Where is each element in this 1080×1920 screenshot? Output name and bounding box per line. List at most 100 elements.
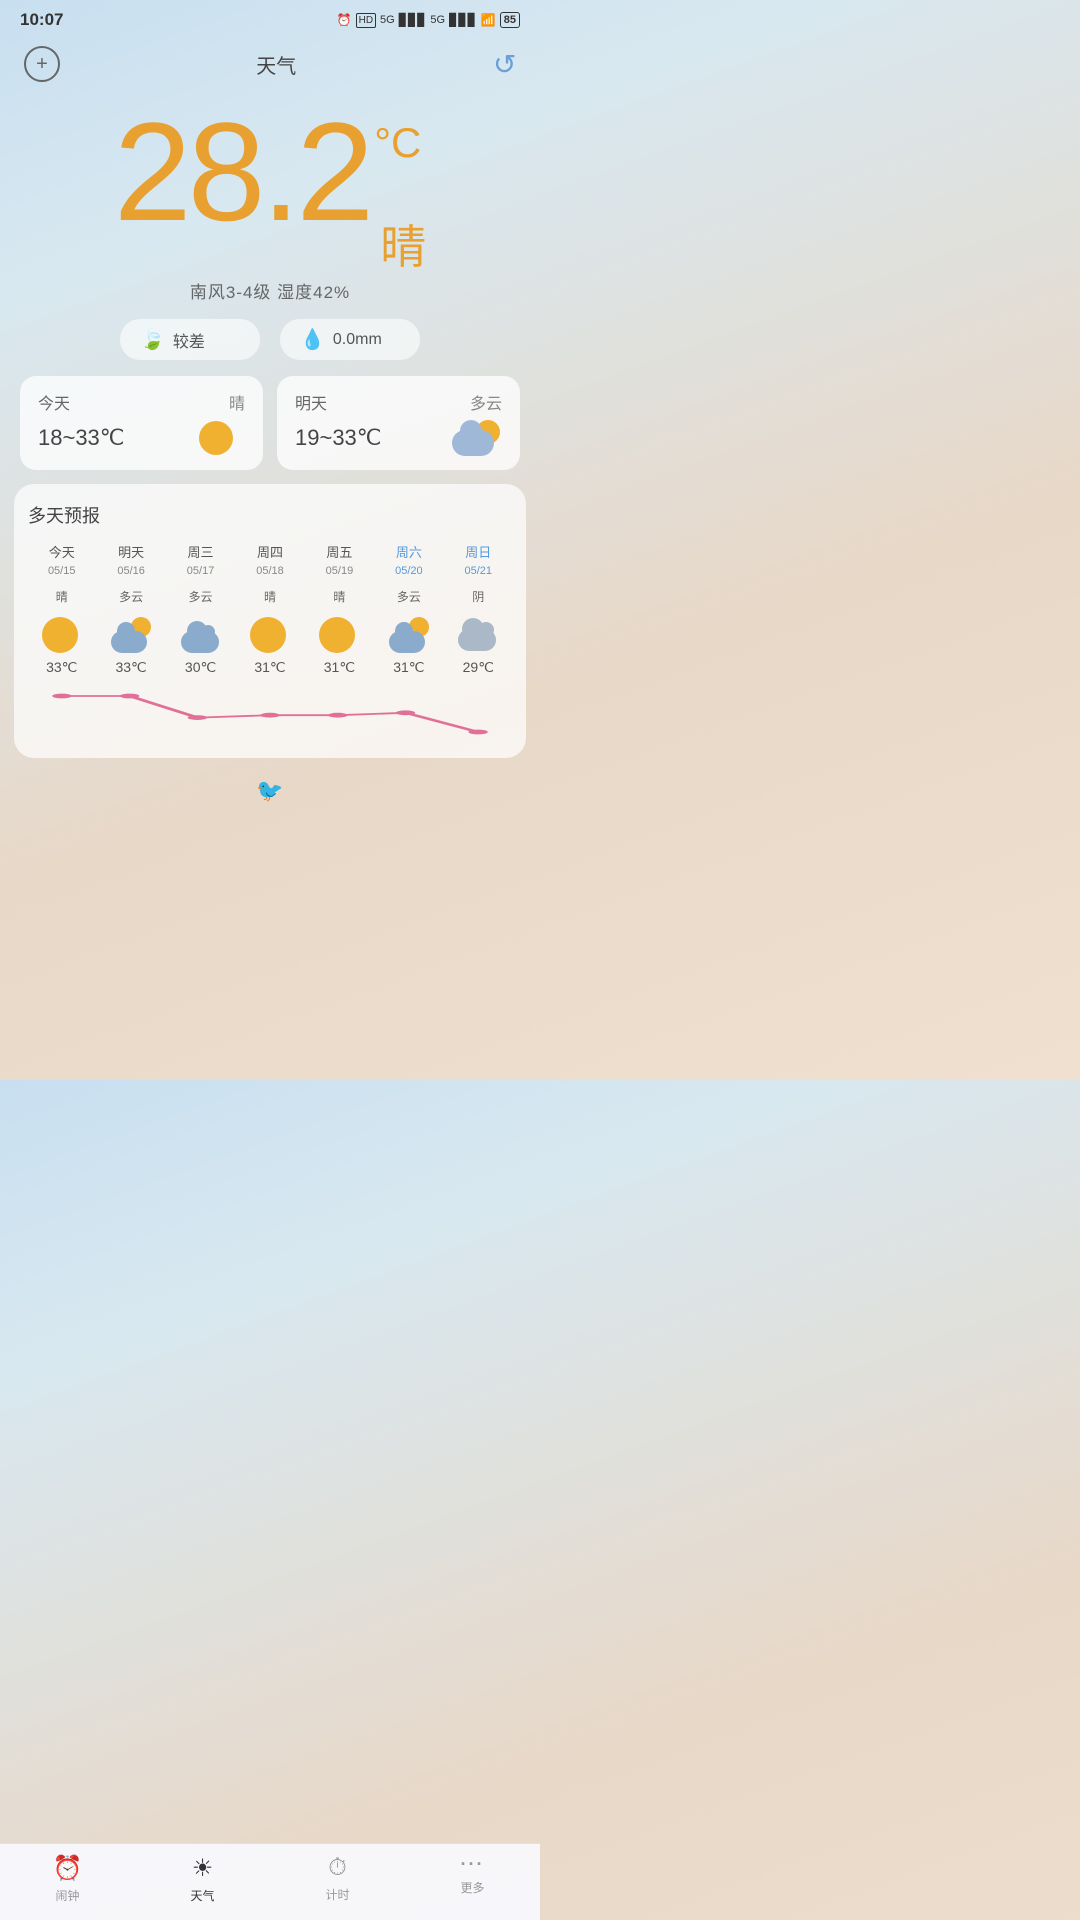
forecast-icon-4: [319, 617, 359, 653]
nav-more[interactable]: ··· 更多: [405, 1854, 540, 1904]
tomorrow-weather-icon: [452, 420, 502, 456]
plus-icon: +: [36, 53, 48, 76]
tomorrow-range: 19~33℃: [295, 425, 382, 451]
forecast-temp-0: 33℃: [46, 659, 77, 676]
timer-icon: ⏱: [328, 1854, 347, 1882]
tomorrow-condition: 多云: [470, 390, 502, 414]
today-card-bottom: 18~33℃: [38, 420, 245, 456]
app-header: + 天气 ↻: [0, 36, 540, 92]
nav-alarm[interactable]: ⏰ 闹钟: [0, 1854, 135, 1904]
forecast-icon-2: [181, 617, 221, 653]
forecast-icon-3: [250, 617, 290, 653]
wifi-icon: 📶: [481, 13, 496, 27]
status-icons: ⏰ HD 5G ▊▊▊ 5G ▊▊▊ 📶 85: [337, 12, 520, 28]
add-location-button[interactable]: +: [24, 46, 60, 82]
hd-icon: HD: [356, 13, 376, 28]
temperature-display: 28.2 °C 晴: [20, 102, 520, 270]
today-card: 今天 晴 18~33℃: [20, 376, 263, 470]
forecast-day-6: 周日: [465, 542, 491, 561]
status-time: 10:07: [20, 10, 63, 30]
forecast-cond-1: 多云: [119, 581, 143, 611]
tomorrow-card-header: 明天 多云: [295, 390, 502, 414]
forecast-day-3: 周四: [257, 542, 283, 561]
forecast-col-6: 周日 05/21 阴 29℃: [445, 542, 512, 676]
day-cards: 今天 晴 18~33℃ 明天 多云 19~33℃: [20, 376, 520, 470]
forecast-date-4: 05/19: [326, 565, 354, 577]
tomorrow-card-bottom: 19~33℃: [295, 420, 502, 456]
tomorrow-label: 明天: [295, 390, 327, 414]
app-title: 天气: [256, 50, 296, 79]
air-quality-badge: 🍃 较差: [120, 319, 260, 360]
leaf-icon: 🍃: [140, 327, 165, 352]
precipitation-badge: 💧 0.0mm: [280, 319, 420, 360]
forecast-day-0: 今天: [49, 542, 75, 561]
weather-nav-label: 天气: [190, 1887, 214, 1904]
weather-condition: 晴: [380, 224, 426, 270]
precipitation-text: 0.0mm: [333, 331, 382, 349]
forecast-section: 多天预报 今天 05/15 晴 33℃ 明天 05/16 多云 33℃: [14, 484, 526, 758]
today-weather-icon: [199, 420, 245, 456]
forecast-icon-6: [458, 617, 498, 653]
forecast-date-6: 05/21: [465, 565, 493, 577]
forecast-col-3: 周四 05/18 晴 31℃: [236, 542, 303, 676]
forecast-date-5: 05/20: [395, 565, 423, 577]
alarm-icon: ⏰: [53, 1854, 83, 1883]
battery-indicator: 85: [500, 12, 520, 28]
signal-bars-icon: ▊▊▊: [399, 13, 427, 27]
today-card-header: 今天 晴: [38, 390, 245, 414]
today-condition: 晴: [229, 390, 245, 414]
nav-weather[interactable]: ☀ 天气: [135, 1854, 270, 1904]
signal-5g-icon: 5G: [380, 14, 395, 26]
forecast-temp-3: 31℃: [254, 659, 285, 676]
main-temp-area: 28.2 °C 晴 南风3-4级 湿度42%: [0, 92, 540, 303]
temperature-unit: °C: [374, 122, 421, 164]
temperature-trend-chart: [28, 684, 512, 744]
forecast-cond-5: 多云: [397, 581, 421, 611]
forecast-temp-4: 31℃: [324, 659, 355, 676]
temperature-value: 28.2: [114, 102, 370, 242]
refresh-button[interactable]: ↻: [493, 48, 516, 81]
forecast-col-5: 周六 05/20 多云 31℃: [375, 542, 442, 676]
tomorrow-card: 明天 多云 19~33℃: [277, 376, 520, 470]
forecast-temp-2: 30℃: [185, 659, 216, 676]
forecast-date-0: 05/15: [48, 565, 76, 577]
forecast-col-2: 周三 05/17 多云 30℃: [167, 542, 234, 676]
nav-timer[interactable]: ⏱ 计时: [270, 1854, 405, 1904]
forecast-date-3: 05/18: [256, 565, 284, 577]
forecast-icon-5: [389, 617, 429, 653]
forecast-day-1: 明天: [118, 542, 144, 561]
forecast-grid: 今天 05/15 晴 33℃ 明天 05/16 多云 33℃ 周三 05/17: [28, 542, 512, 676]
forecast-temp-1: 33℃: [115, 659, 146, 676]
forecast-icon-1: [111, 617, 151, 653]
forecast-cond-2: 多云: [189, 581, 213, 611]
more-icon: ···: [461, 1854, 485, 1875]
air-quality-text: 较差: [173, 328, 205, 352]
forecast-icon-0: [42, 617, 82, 653]
refresh-icon: ↻: [493, 49, 516, 80]
forecast-date-2: 05/17: [187, 565, 215, 577]
forecast-temp-6: 29℃: [463, 659, 494, 676]
forecast-day-4: 周五: [326, 542, 352, 561]
more-label: 更多: [460, 1879, 484, 1896]
bottom-decoration: 🐦: [0, 772, 540, 884]
bird-icon: 🐦: [256, 778, 283, 804]
clock-status-icon: ⏰: [337, 13, 352, 27]
weather-nav-icon: ☀: [192, 1854, 214, 1883]
forecast-title: 多天预报: [28, 502, 512, 528]
signal-bars2-icon: ▊▊▊: [449, 13, 477, 27]
forecast-day-2: 周三: [188, 542, 214, 561]
weather-details: 南风3-4级 湿度42%: [20, 278, 520, 303]
timer-label: 计时: [325, 1886, 349, 1903]
forecast-cond-6: 阴: [472, 581, 484, 611]
bottom-nav: ⏰ 闹钟 ☀ 天气 ⏱ 计时 ··· 更多: [0, 1843, 540, 1920]
alarm-label: 闹钟: [55, 1887, 79, 1904]
today-label: 今天: [38, 390, 70, 414]
forecast-col-1: 明天 05/16 多云 33℃: [97, 542, 164, 676]
signal-5g2-icon: 5G: [430, 14, 445, 26]
forecast-col-0: 今天 05/15 晴 33℃: [28, 542, 95, 676]
today-range: 18~33℃: [38, 425, 125, 451]
forecast-temp-5: 31℃: [393, 659, 424, 676]
forecast-col-4: 周五 05/19 晴 31℃: [306, 542, 373, 676]
rain-icon: 💧: [300, 327, 325, 352]
forecast-cond-0: 晴: [56, 581, 68, 611]
